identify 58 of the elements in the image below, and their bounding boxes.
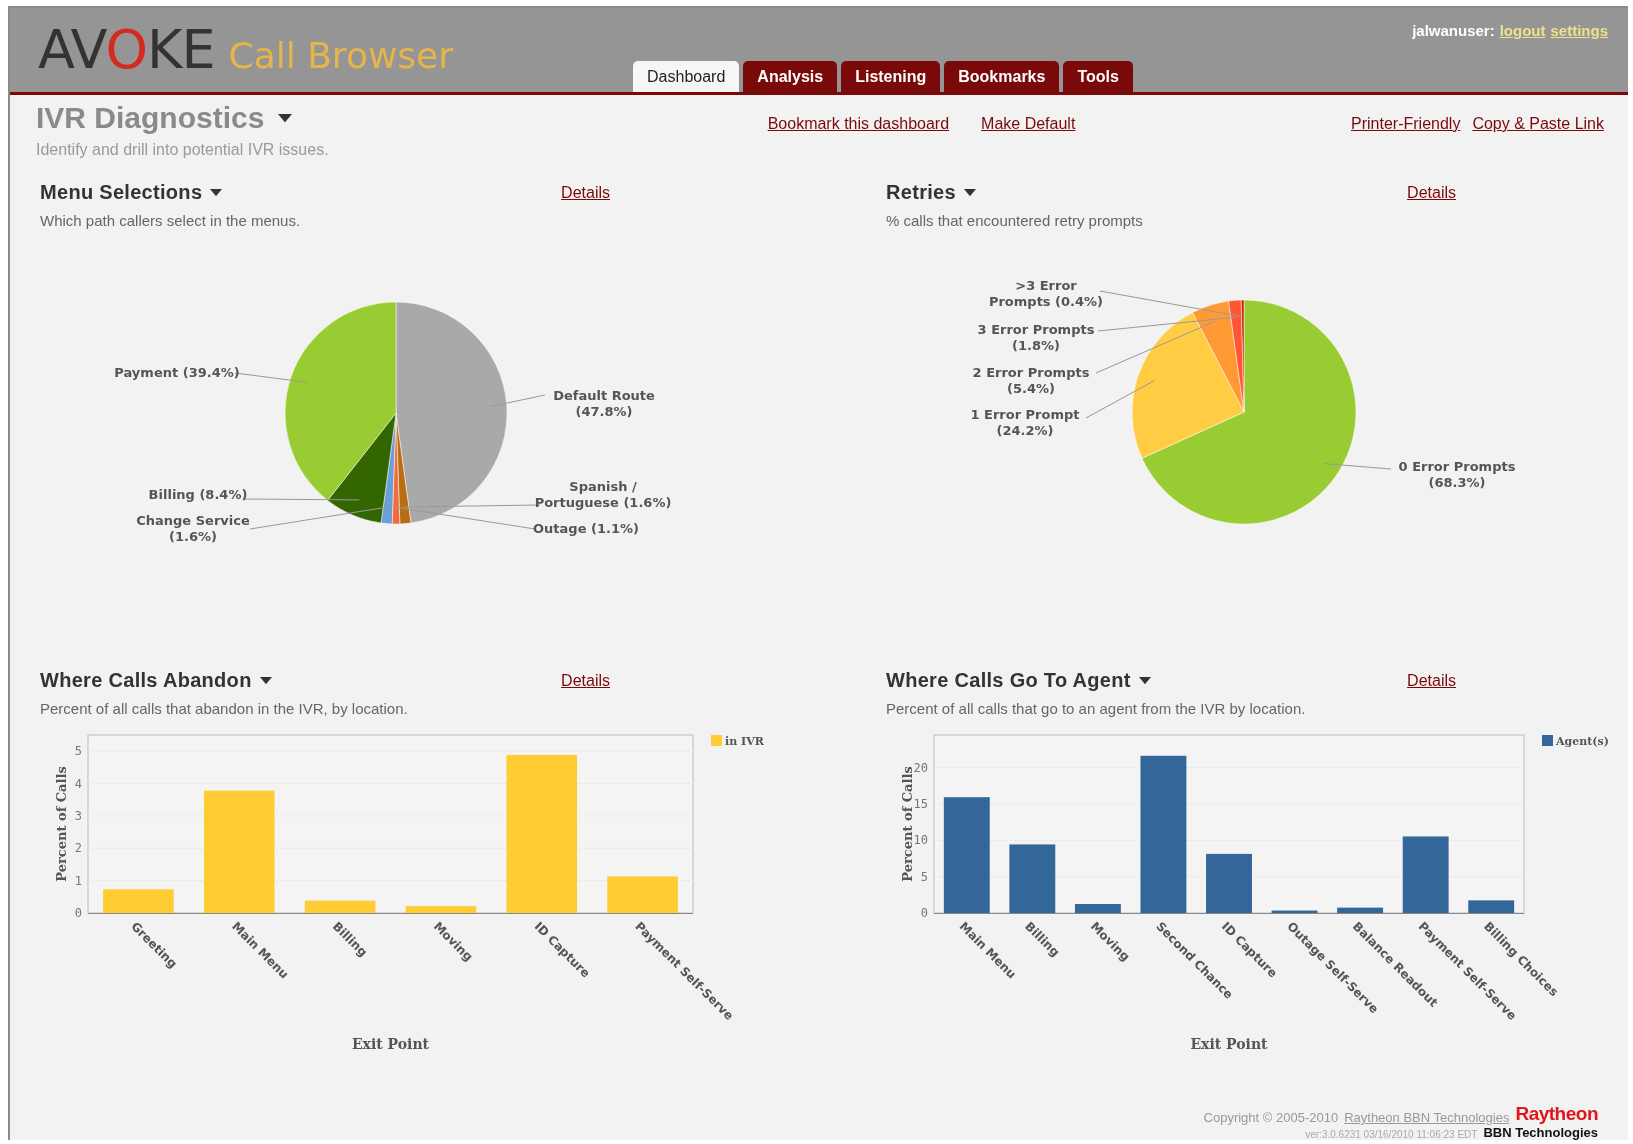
- dashboard-title: IVR Diagnostics: [36, 101, 265, 135]
- slice-label: Billing (8.4%): [147, 487, 249, 503]
- panel-title: Where Calls Go To Agent: [886, 669, 1131, 692]
- slice-label: Spanish / Portuguese (1.6%): [533, 479, 673, 511]
- slice-label: 0 Error Prompts (68.3%): [1397, 459, 1517, 491]
- details-link[interactable]: Details: [1407, 671, 1456, 690]
- panel-title: Where Calls Abandon: [40, 669, 252, 692]
- slice-label: 2 Error Prompts (5.4%): [971, 365, 1091, 397]
- y-tick-label: 3: [74, 808, 82, 823]
- panel-description: Which path callers select in the menus.: [40, 212, 302, 229]
- version-text: ver:3.0.6231 03/16/2010 11:06:23 EDT: [1305, 1129, 1478, 1140]
- nav-tab[interactable]: Dashboard: [633, 61, 740, 92]
- slice-label: Payment (39.4%): [113, 365, 241, 381]
- y-tick-label: 0: [920, 906, 928, 920]
- details-link[interactable]: Details: [561, 671, 610, 690]
- brand-subtitle: BBN Technologies: [1483, 1125, 1598, 1140]
- y-tick-label: 5: [74, 744, 82, 759]
- nav-tab[interactable]: Tools: [1063, 61, 1133, 92]
- y-tick-label: 2: [74, 841, 82, 856]
- product-name: Call Browser: [228, 34, 454, 76]
- y-tick-label: 20: [913, 760, 928, 775]
- slice-label: 3 Error Prompts (1.8%): [976, 322, 1096, 354]
- axis-title: Percent of Calls: [54, 766, 69, 882]
- panel-title: Menu Selections: [40, 181, 203, 204]
- axis-title: Percent of Calls: [900, 766, 915, 882]
- nav-tab[interactable]: Bookmarks: [944, 61, 1060, 92]
- share-link[interactable]: Printer-Friendly: [1351, 115, 1461, 181]
- dashboard-subtitle: Identify and drill into potential IVR issues.: [36, 141, 330, 159]
- brand-logo: Raytheon: [1515, 1103, 1598, 1125]
- y-tick-label: 5: [920, 869, 928, 884]
- copyright-text: Copyright © 2005-2010: [1203, 1110, 1339, 1125]
- legend-label: Agent(s): [1556, 735, 1609, 748]
- details-link[interactable]: Details: [561, 183, 610, 202]
- legend-label: in IVR: [725, 735, 764, 748]
- nav-tab[interactable]: Analysis: [743, 61, 838, 92]
- y-tick-label: 15: [913, 797, 928, 811]
- slice-label: >3 Error Prompts (0.4%): [987, 278, 1105, 310]
- panel-description: Percent of all calls that abandon in the IVR, by location.: [40, 700, 409, 717]
- logo-wordmark: AVOKE: [38, 17, 215, 81]
- y-tick-label: 4: [74, 776, 82, 791]
- action-link[interactable]: Make Default: [981, 115, 1076, 181]
- share-link[interactable]: Copy & Paste Link: [1472, 115, 1604, 181]
- y-tick-label: 1: [74, 873, 82, 888]
- nav-tab[interactable]: Listening: [841, 61, 941, 92]
- panel-title: Retries: [886, 181, 956, 204]
- details-link[interactable]: Details: [1407, 183, 1456, 202]
- slice-label: Default Route (47.8%): [552, 388, 656, 420]
- slice-label: Outage (1.1%): [532, 521, 640, 537]
- y-tick-label: 10: [913, 833, 928, 848]
- axis-title: Exit Point: [1190, 1036, 1268, 1052]
- action-link[interactable]: Bookmark this dashboard: [767, 115, 950, 181]
- user-name: jalwanuser:: [1412, 22, 1495, 39]
- slice-label: 1 Error Prompt (24.2%): [969, 407, 1081, 439]
- panel-description: Percent of all calls that go to an agent from the IVR by location.: [886, 700, 1307, 717]
- panel-description: % calls that encountered retry prompts: [886, 212, 1144, 229]
- slice-label: Change Service (1.6%): [135, 513, 251, 545]
- y-tick-label: 0: [74, 906, 82, 920]
- axis-title: Exit Point: [351, 1036, 430, 1052]
